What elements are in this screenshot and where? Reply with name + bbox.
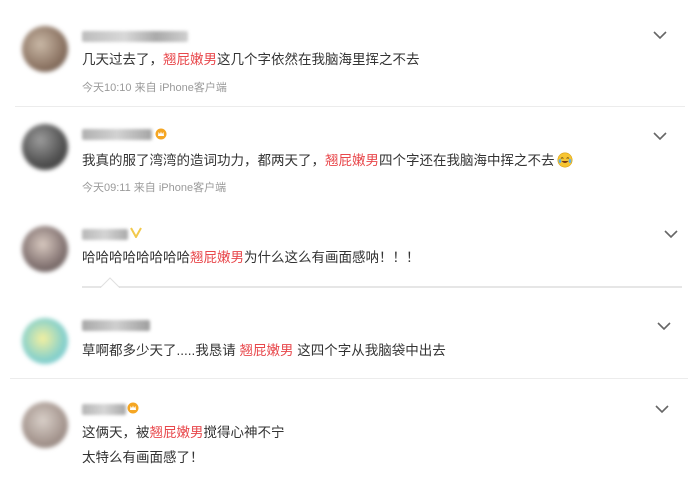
username[interactable]	[82, 404, 126, 415]
highlight-keyword: 翘屁嫩男	[149, 425, 204, 440]
comment-text-line2: 太特么有画面感了！	[82, 450, 204, 465]
crown-badge-icon	[127, 402, 139, 414]
comment-text: 这俩天，被翘屁嫩男搅得心神不宁	[82, 425, 285, 440]
chevron-down-icon[interactable]	[655, 404, 669, 414]
avatar[interactable]	[22, 402, 68, 448]
comment-item: 这俩天，被翘屁嫩男搅得心神不宁 太特么有画面感了！	[0, 0, 698, 485]
